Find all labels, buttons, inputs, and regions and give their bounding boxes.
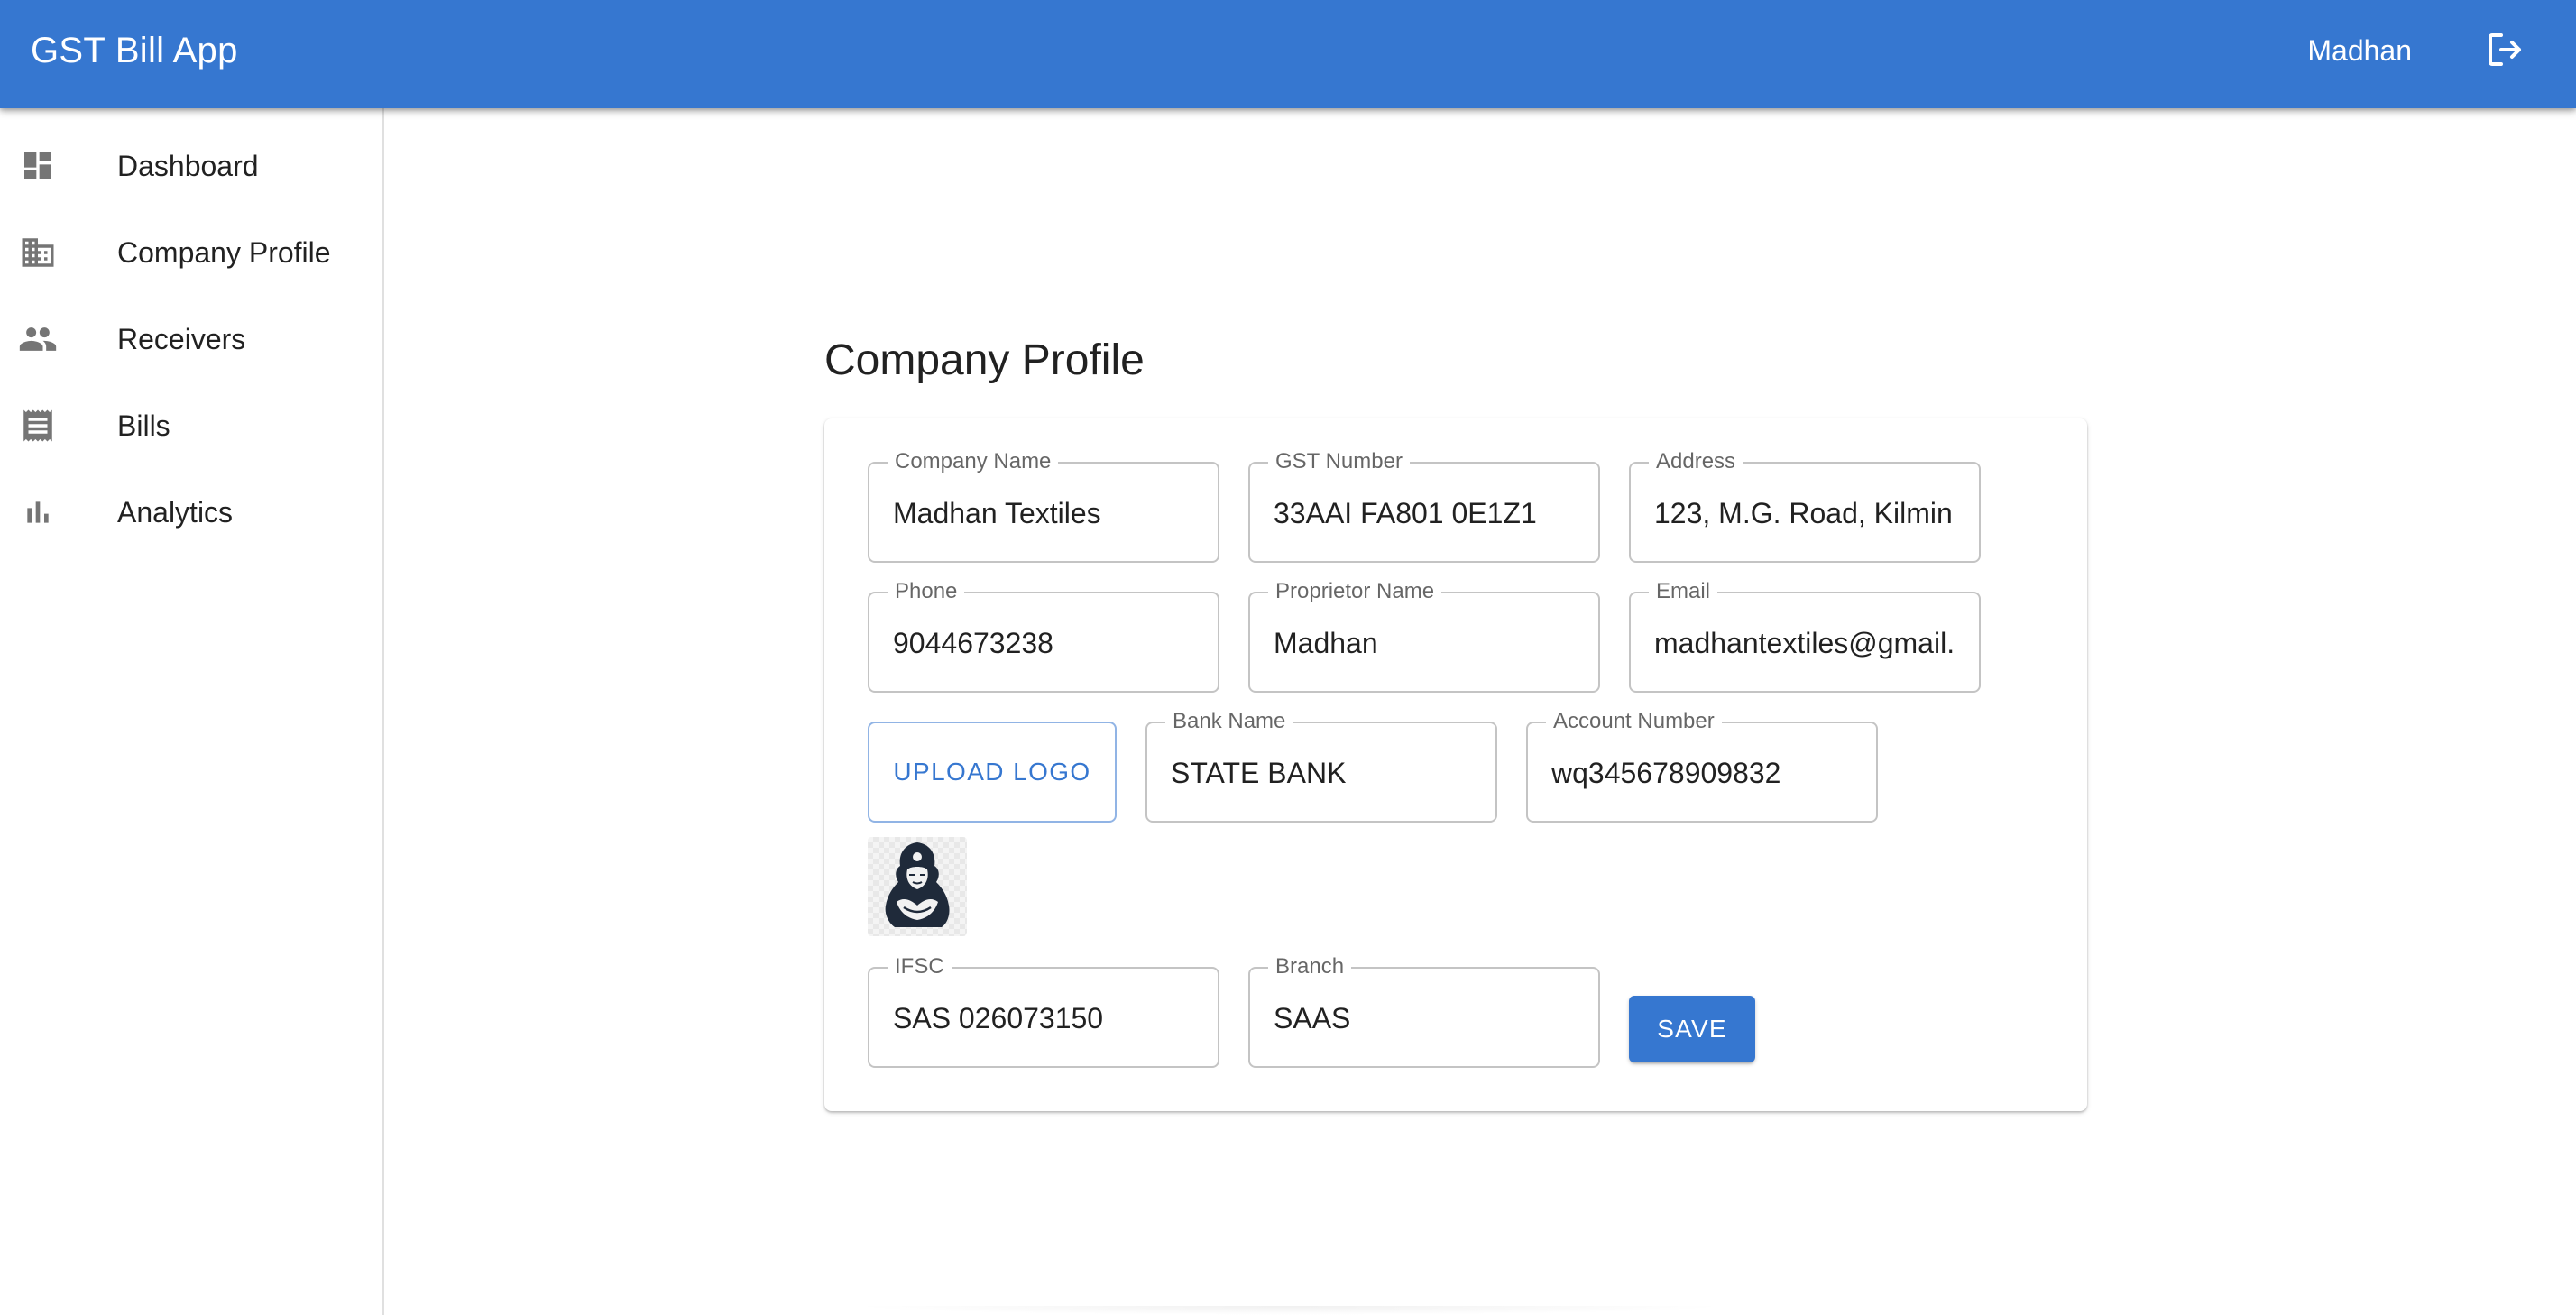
sidebar-item-analytics[interactable]: Analytics [0,469,382,556]
company-name-label: Company Name [888,449,1059,474]
phone-input[interactable] [893,621,1200,666]
sidebar-item-label: Company Profile [117,236,331,269]
gst-number-label: GST Number [1268,449,1410,474]
ifsc-input[interactable] [893,996,1200,1041]
ifsc-field: IFSC [868,954,1219,1068]
gst-number-field: GST Number [1248,449,1600,563]
address-label: Address [1649,449,1743,474]
app-bar: GST Bill App Madhan [0,0,2576,108]
proprietor-name-input[interactable] [1274,621,1580,666]
account-number-field: Account Number [1526,709,1878,823]
phone-field: Phone [868,579,1219,693]
bank-name-input[interactable] [1171,750,1477,795]
save-button[interactable]: SAVE [1629,996,1755,1062]
logo-image [885,842,950,927]
app-title: GST Bill App [31,31,238,70]
sidebar-item-label: Analytics [117,496,234,529]
branch-field: Branch [1248,954,1600,1068]
company-profile-form: Company Name GST Number Address Phone Pr… [824,418,2087,1111]
address-field: Address [1629,449,1981,563]
bar-chart-icon [18,492,58,532]
logout-icon [2483,28,2526,76]
email-field: Email [1629,579,1981,693]
user-name: Madhan [2307,34,2412,67]
sidebar-item-label: Bills [117,409,170,442]
branch-label: Branch [1268,954,1352,979]
address-input[interactable] [1654,491,1961,536]
sidebar-item-dashboard[interactable]: Dashboard [0,123,382,209]
account-number-label: Account Number [1546,709,1722,734]
company-name-input[interactable] [893,491,1200,536]
phone-label: Phone [888,579,965,604]
sidebar-item-receivers[interactable]: Receivers [0,296,382,382]
sidebar-item-bills[interactable]: Bills [0,382,382,469]
people-icon [18,319,58,359]
receipt-icon [18,406,58,446]
company-logo-preview [868,837,967,936]
branch-input[interactable] [1274,996,1580,1041]
proprietor-name-label: Proprietor Name [1268,579,1442,604]
company-name-field: Company Name [868,449,1219,563]
logout-button[interactable] [2479,25,2531,78]
proprietor-name-field: Proprietor Name [1248,579,1600,693]
account-number-input[interactable] [1551,750,1858,795]
sidebar-item-label: Dashboard [117,150,259,182]
dashboard-icon [18,146,58,186]
bank-name-label: Bank Name [1165,709,1293,734]
ifsc-label: IFSC [888,954,952,979]
email-input[interactable] [1654,621,1961,666]
sidebar: Dashboard Company Profile Receivers Bill… [0,108,384,1315]
email-label: Email [1649,579,1718,604]
page-title: Company Profile [824,336,1145,384]
sidebar-item-company-profile[interactable]: Company Profile [0,209,382,296]
footer-shadow [848,1306,1732,1315]
gst-number-input[interactable] [1274,491,1580,536]
business-icon [18,233,58,272]
upload-logo-button[interactable]: UPLOAD LOGO [868,722,1117,823]
sidebar-item-label: Receivers [117,323,246,355]
bank-name-field: Bank Name [1145,709,1497,823]
